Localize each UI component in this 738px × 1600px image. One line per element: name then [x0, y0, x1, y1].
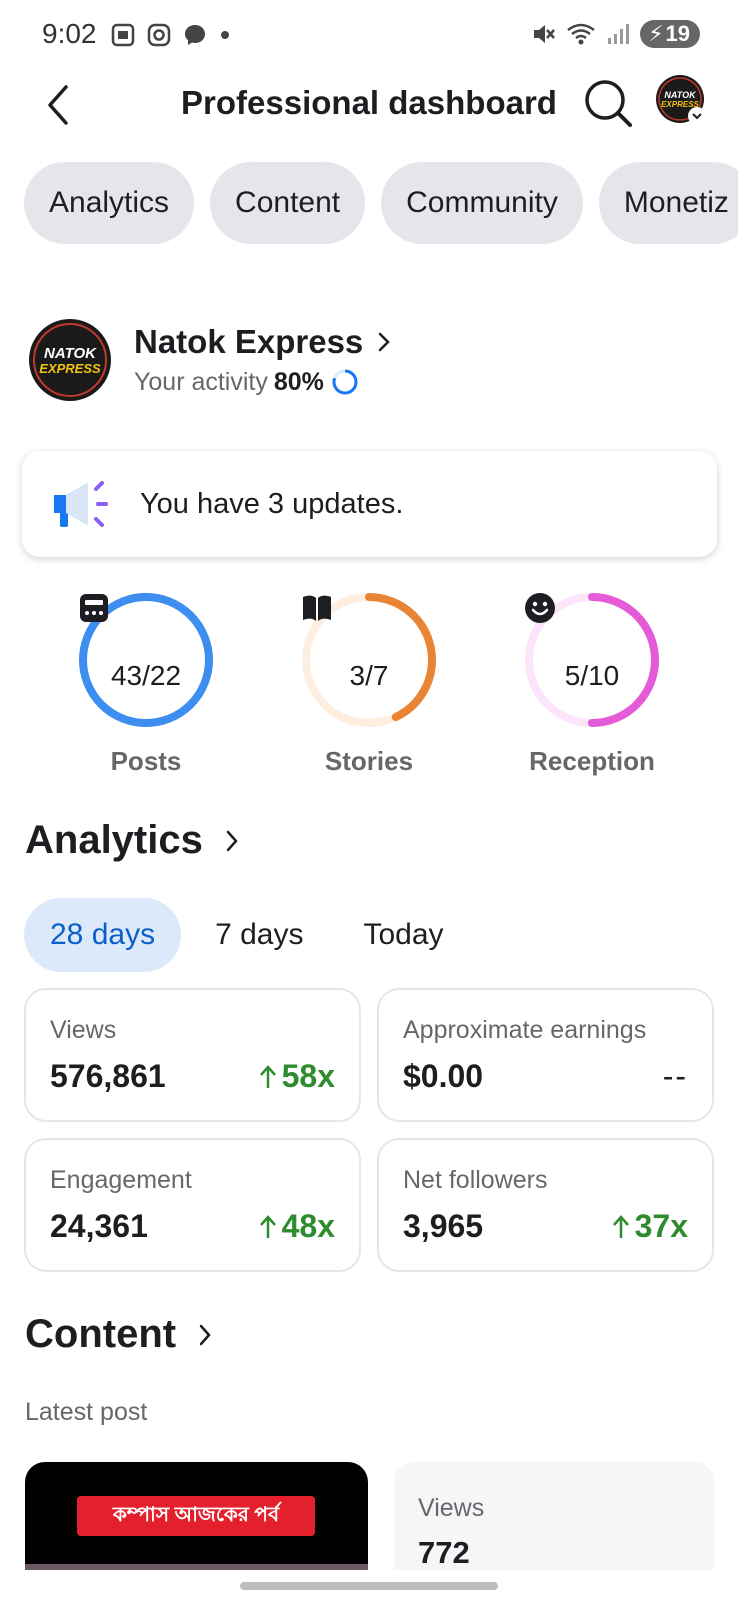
content-heading[interactable]: Content — [25, 1312, 212, 1357]
svg-text:EXPRESS: EXPRESS — [39, 361, 101, 376]
analytics-heading[interactable]: Analytics — [25, 818, 239, 863]
notification-icons — [110, 22, 232, 48]
profile-name: Natok Express — [134, 323, 364, 360]
updates-text: You have 3 updates. — [140, 487, 404, 520]
smiley-icon — [525, 593, 555, 623]
stat-value: 576,861 — [50, 1058, 166, 1094]
post-icon — [80, 594, 108, 622]
stat-change: 58x — [258, 1058, 335, 1095]
ring-value: 5/10 — [564, 660, 620, 691]
analytics-title: Analytics — [25, 818, 203, 862]
system-icons: ⚡ 19 — [530, 20, 700, 48]
chevron-right-icon — [199, 1324, 211, 1345]
latest-post-thumbnail[interactable]: কম্পাস আজকের পর্ব — [25, 1462, 368, 1572]
range-today[interactable]: Today — [337, 898, 469, 972]
stat-value: 3,965 — [403, 1208, 484, 1244]
stat-change-value: 58x — [281, 1058, 335, 1094]
latest-post-label: Latest post — [25, 1398, 148, 1426]
stat-change-value: -- — [662, 1058, 688, 1094]
account-switcher[interactable]: NATOK EXPRESS — [655, 74, 707, 126]
ring-label: Stories — [324, 746, 414, 776]
stat-change: 48x — [258, 1208, 335, 1245]
range-7-days[interactable]: 7 days — [189, 898, 329, 972]
ring-value: 3/7 — [349, 660, 389, 691]
tab-community[interactable]: Community — [381, 162, 583, 244]
post-banner-text: কম্পাস আজকের পর্ব — [77, 1496, 315, 1536]
battery-indicator: ⚡ 19 — [640, 20, 700, 48]
dot-icon — [221, 31, 229, 39]
profile-summary[interactable]: NATOK EXPRESS Natok Express Your activit… — [28, 318, 391, 402]
ring-reception[interactable]: 5/10 Reception — [512, 590, 672, 777]
range-28-days[interactable]: 28 days — [24, 898, 182, 972]
status-bar: 9:02 ⚡ 19 — [0, 0, 738, 70]
screenshot-icon — [111, 23, 135, 47]
goal-rings: 43/22 Posts 3/7 Stories 5/10 Reception — [0, 590, 738, 790]
post-views-card[interactable]: Views 772 — [394, 1462, 714, 1572]
arrow-up-icon — [259, 1064, 276, 1088]
search-icon — [585, 80, 632, 127]
stat-change: 37x — [611, 1208, 688, 1245]
stat-card-net-followers[interactable]: Net followers 3,965 37x — [377, 1138, 714, 1272]
mute-icon — [534, 25, 556, 43]
megaphone-icon — [54, 481, 108, 527]
post-views-label: Views — [418, 1494, 485, 1522]
wifi-icon — [567, 23, 595, 45]
tab-analytics[interactable]: Analytics — [24, 162, 195, 244]
post-views-value: 772 — [418, 1535, 470, 1570]
status-time: 9:02 — [42, 18, 97, 49]
ring-value: 43/22 — [110, 660, 182, 691]
dashboard-tabs: Analytics Content Community Monetiz — [24, 162, 738, 244]
ring-label: Reception — [529, 746, 655, 776]
svg-text:NATOK: NATOK — [44, 345, 97, 362]
ring-label: Posts — [110, 746, 182, 776]
date-range-tabs: 28 days 7 days Today — [24, 898, 478, 972]
updates-card[interactable]: You have 3 updates. — [22, 451, 717, 557]
content-title: Content — [25, 1312, 177, 1356]
stat-change-value: 48x — [281, 1208, 335, 1244]
header: Professional dashboard NATOK EXPRESS — [0, 70, 738, 140]
activity-value: 80% — [273, 367, 324, 396]
activity-row: Your activity 80% — [134, 367, 391, 397]
profile-text: Natok Express Your activity 80% — [134, 323, 391, 397]
stat-card-engagement[interactable]: Engagement 24,361 48x — [24, 1138, 361, 1272]
activity-label: Your activity — [134, 367, 268, 396]
messenger-icon — [185, 25, 205, 45]
chevron-right-icon — [379, 332, 391, 352]
avatar: NATOK EXPRESS — [656, 75, 706, 125]
stat-label: Net followers — [403, 1166, 548, 1194]
stats-grid: Views 576,861 58x Approximate earnings $… — [24, 988, 714, 1272]
stat-change: -- — [663, 1058, 688, 1095]
chevron-right-icon — [226, 830, 238, 851]
book-icon — [303, 595, 331, 621]
battery-level: 19 — [665, 21, 690, 46]
stat-label: Views — [50, 1016, 117, 1044]
stat-change-value: 37x — [634, 1208, 688, 1244]
activity-progress-icon — [332, 369, 358, 395]
ring-posts[interactable]: 43/22 Posts — [66, 590, 226, 777]
stat-value: $0.00 — [403, 1058, 484, 1094]
tab-content[interactable]: Content — [210, 162, 366, 244]
stat-label: Approximate earnings — [403, 1016, 647, 1044]
arrow-up-icon — [612, 1214, 629, 1238]
search-button[interactable] — [583, 78, 635, 130]
page-avatar: NATOK EXPRESS — [29, 319, 111, 401]
signal-icon — [608, 24, 630, 44]
instagram-icon — [147, 23, 171, 47]
stat-card-earnings[interactable]: Approximate earnings $0.00 -- — [377, 988, 714, 1122]
stat-value: 24,361 — [50, 1208, 148, 1244]
svg-text:NATOK: NATOK — [664, 90, 697, 100]
ring-stories[interactable]: 3/7 Stories — [289, 590, 449, 777]
stat-card-views[interactable]: Views 576,861 58x — [24, 988, 361, 1122]
stat-label: Engagement — [50, 1166, 192, 1194]
home-indicator[interactable] — [240, 1582, 498, 1590]
tab-monetization[interactable]: Monetiz — [598, 162, 738, 244]
battery-bolt-icon: ⚡ — [648, 21, 664, 46]
arrow-up-icon — [259, 1214, 276, 1238]
